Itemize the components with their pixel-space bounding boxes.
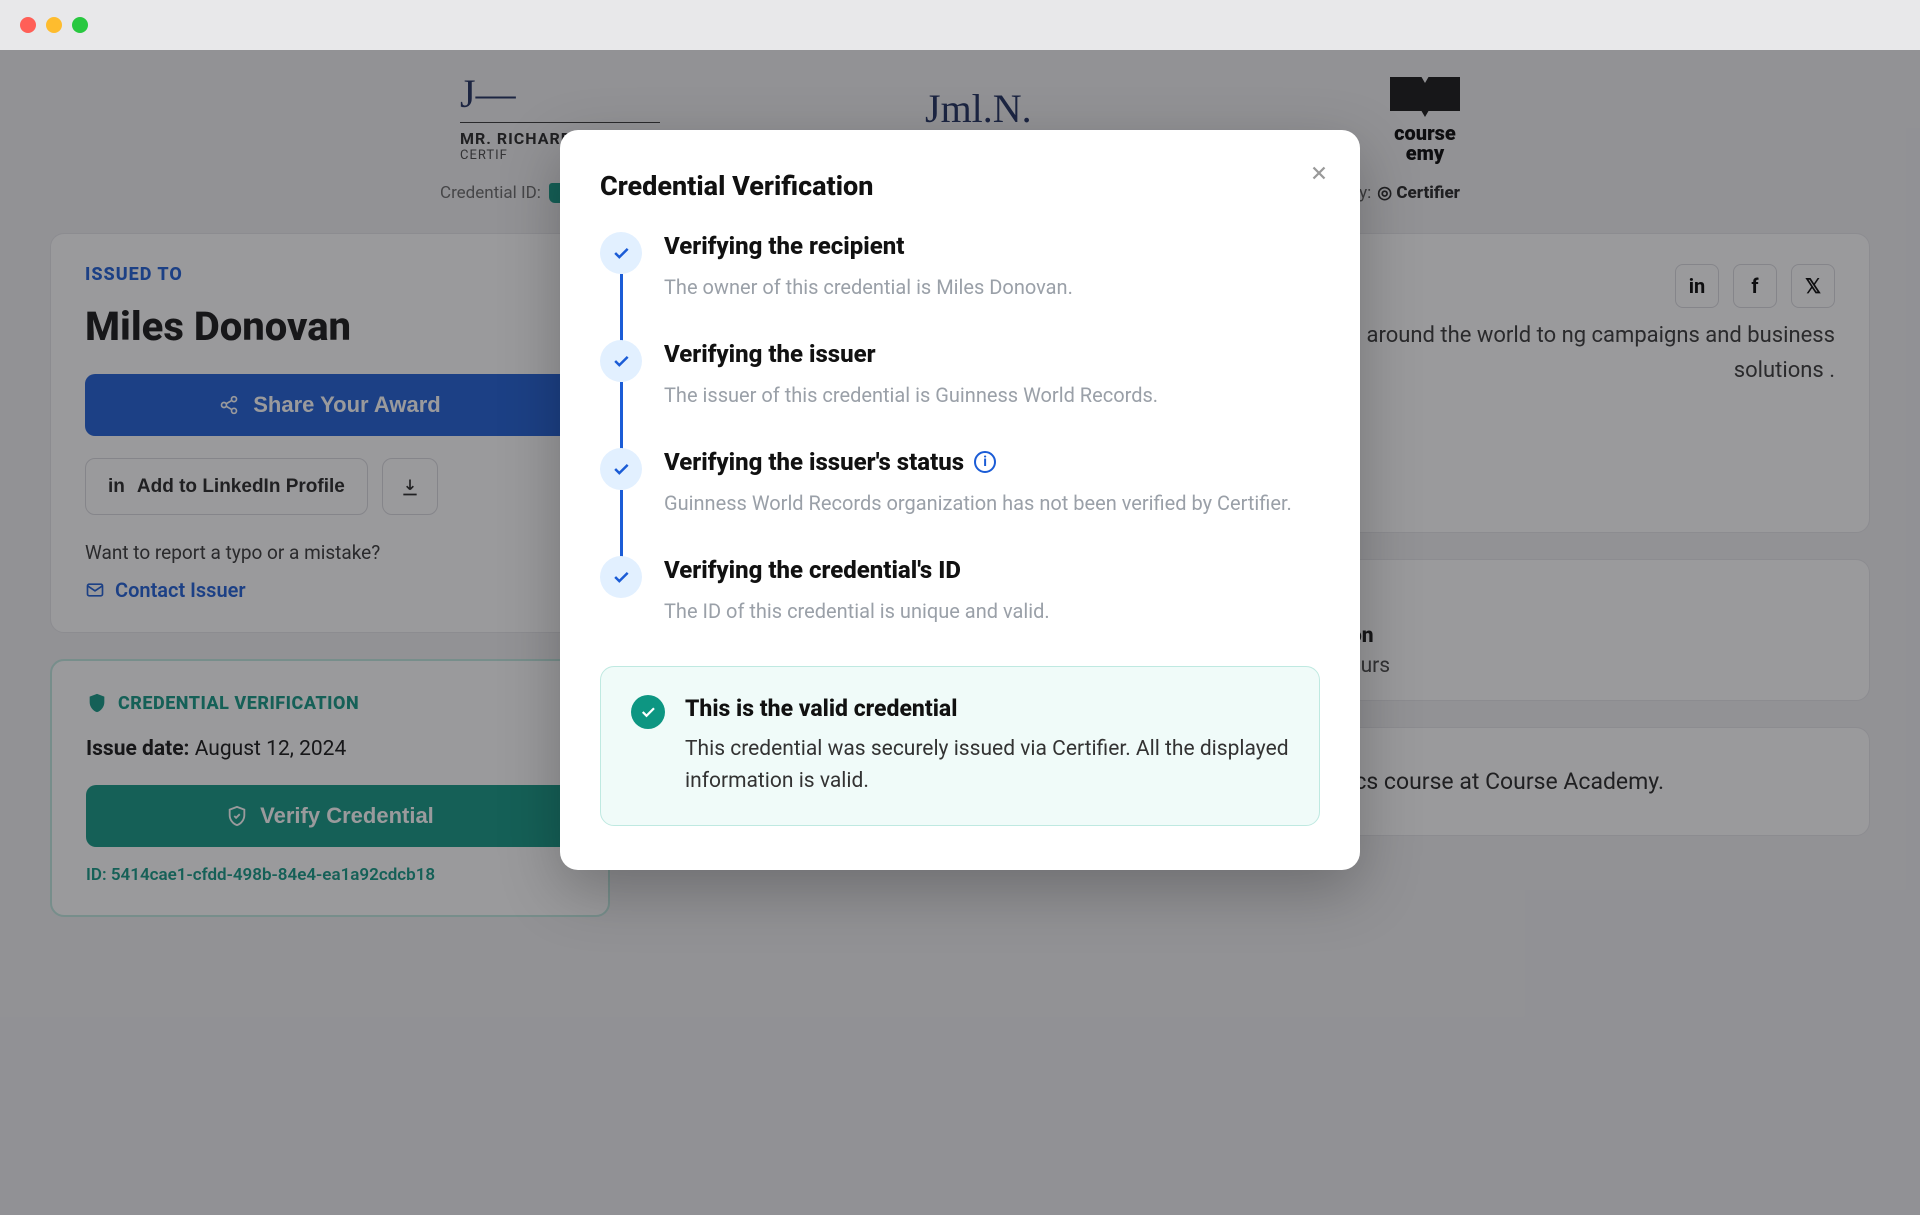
valid-credential-box: This is the valid credential This creden… <box>600 666 1320 826</box>
verification-step: Verifying the recipient The owner of thi… <box>600 232 1320 340</box>
step-title: Verifying the credential's ID <box>664 556 1320 584</box>
verification-step: Verifying the issuer's status i Guinness… <box>600 448 1320 556</box>
window-minimize-icon[interactable] <box>46 17 62 33</box>
check-circle-icon <box>631 695 665 729</box>
step-description: The issuer of this credential is Guinnes… <box>664 380 1320 410</box>
step-description: Guinness World Records organization has … <box>664 488 1320 518</box>
check-icon <box>600 556 642 598</box>
step-title: Verifying the issuer's status i <box>664 448 1320 476</box>
check-icon <box>600 232 642 274</box>
valid-description: This credential was securely issued via … <box>685 734 1289 797</box>
window-close-icon[interactable] <box>20 17 36 33</box>
step-title: Verifying the recipient <box>664 232 1320 260</box>
verification-step: Verifying the issuer The issuer of this … <box>600 340 1320 448</box>
modal-close-button[interactable] <box>1308 160 1330 191</box>
step-description: The ID of this credential is unique and … <box>664 596 1320 626</box>
valid-title: This is the valid credential <box>685 695 1289 722</box>
step-description: The owner of this credential is Miles Do… <box>664 272 1320 302</box>
close-icon <box>1308 162 1330 184</box>
check-icon <box>600 448 642 490</box>
window-maximize-icon[interactable] <box>72 17 88 33</box>
browser-titlebar <box>0 0 1920 50</box>
check-icon <box>600 340 642 382</box>
info-icon[interactable]: i <box>974 451 996 473</box>
modal-title: Credential Verification <box>600 170 1320 202</box>
credential-verification-modal: Credential Verification Verifying the re… <box>560 130 1360 870</box>
verification-step: Verifying the credential's ID The ID of … <box>600 556 1320 636</box>
step-title: Verifying the issuer <box>664 340 1320 368</box>
modal-overlay[interactable]: Credential Verification Verifying the re… <box>0 50 1920 1215</box>
